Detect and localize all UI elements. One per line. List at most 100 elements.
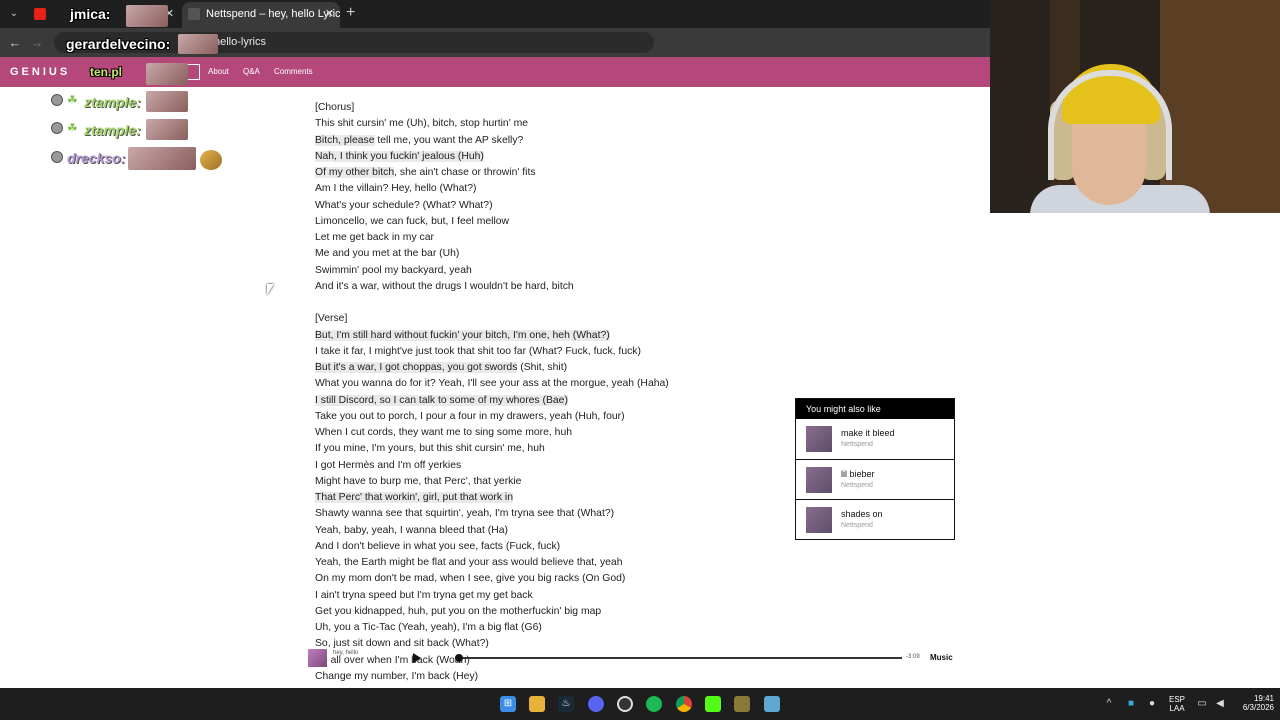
progress-knob[interactable] — [455, 654, 463, 662]
kick-icon[interactable] — [705, 696, 721, 712]
lyric-annotated-text[interactable]: That Perc' that workin', girl, put that … — [315, 492, 514, 503]
forward-icon[interactable]: → — [28, 34, 46, 52]
emote-image — [178, 34, 218, 54]
new-tab-icon[interactable]: + — [346, 4, 355, 22]
lyric-text: (Shit, shit) — [517, 362, 568, 373]
lyric-line: When I cut cords, they want me to sing s… — [315, 427, 572, 438]
song-item[interactable]: make it bleed Nettspend — [796, 419, 954, 460]
spotify-icon[interactable] — [646, 696, 662, 712]
lyric-line: On my mom don't be mad, when I see, give… — [315, 573, 626, 585]
music-label: Music — [930, 653, 953, 662]
player-thumbnail — [308, 649, 327, 667]
microphone-icon[interactable]: ● — [1146, 698, 1158, 710]
emote-image — [128, 147, 196, 170]
lyric-text: tell me, you want the AP skelly? — [374, 134, 524, 146]
song-thumbnail — [806, 507, 832, 534]
apple-music-logo: Music — [930, 653, 953, 662]
lyric-line: But it's a war, I got choppas, you got s… — [315, 360, 669, 376]
song-title: lil bieber — [841, 468, 875, 479]
emote-image — [146, 91, 188, 112]
lyrics-body: [Chorus] This shit cursin' me (Uh), bitch… — [315, 100, 669, 685]
progress-bar[interactable] — [455, 657, 902, 659]
lyric-line: Me and you met at the bar (Uh) — [315, 248, 460, 260]
browser-tab-active[interactable]: Nettspend – hey, hello Lyrics | G ✕ — [182, 2, 340, 28]
tab-search-icon[interactable]: ⌄ — [6, 6, 22, 22]
lyric-line: But, I'm still hard without fuckin' your… — [315, 328, 669, 344]
chat-badge-icon: ☘ — [67, 121, 78, 135]
chat-badge-icon — [51, 151, 63, 163]
taskbar: ⊞ ♨ ^ ■ ● ESP LAA ▭ ◀ 19:41 6/3/2026 — [0, 688, 1280, 720]
lyric-annotated-text[interactable]: But, I'm still hard without fuckin' your… — [315, 329, 610, 341]
language-indicator[interactable]: ESP LAA — [1166, 695, 1188, 713]
lyric-annotated-text[interactable]: I still Discord, so I can talk to some o… — [315, 394, 568, 406]
emote-image — [126, 5, 168, 27]
lyric-text: , she ain't chase or throwin' fits — [394, 167, 536, 178]
close-tab-icon[interactable]: ✕ — [325, 2, 334, 26]
chat-username: dreckso: — [67, 150, 126, 166]
file-explorer-icon[interactable] — [529, 696, 545, 712]
emote-image — [146, 119, 188, 140]
obs-icon[interactable] — [617, 696, 633, 712]
lyric-annotated-text[interactable]: But it's a war, I got choppas, you got s… — [315, 362, 518, 373]
url-text: hello-lyrics — [214, 36, 266, 48]
lyric-line: Of my other bitch, she ain't chase or th… — [315, 165, 669, 181]
lyric-line: If you mine, I'm yours, but this shit cu… — [315, 443, 545, 455]
tray-app-icon[interactable]: ■ — [1125, 698, 1137, 710]
lang-code: ESP — [1168, 695, 1185, 704]
nav-comments[interactable]: Comments — [274, 67, 313, 76]
windows-start-icon[interactable]: ⊞ — [500, 696, 516, 712]
song-artist: Nettspend — [841, 481, 873, 489]
nav-qa[interactable]: Q&A — [243, 67, 260, 76]
nav-about[interactable]: About — [208, 67, 229, 76]
webcam-feed — [990, 0, 1280, 213]
youtube-icon — [34, 8, 46, 20]
emote-image — [200, 150, 222, 170]
lyric-annotated-text[interactable]: Nah, I think you fuckin' jealous (Huh) — [315, 150, 484, 162]
clock-time: 19:41 — [1253, 694, 1274, 703]
lyric-line: Am I the villain? Hey, hello (What?) — [315, 183, 477, 195]
lyric-line: Shawty wanna see that squirtin', yeah, I… — [315, 508, 615, 520]
lyric-line: Yeah, baby, yeah, I wanna bleed that (Ha… — [315, 524, 508, 536]
lyric-annotated-text[interactable]: Bitch, please — [315, 134, 375, 146]
song-title: make it bleed — [841, 428, 895, 438]
lyric-line: Uh, you a Tic-Tac (Yeah, yeah), I'm a bi… — [315, 622, 542, 633]
mouse-cursor-icon — [267, 284, 274, 295]
cam-background — [1160, 0, 1280, 213]
chrome-icon[interactable] — [676, 696, 692, 712]
song-artist: Nettspend — [841, 522, 873, 530]
lyric-line: Yeah, the Earth might be flat and your a… — [315, 557, 623, 568]
song-thumbnail — [806, 466, 832, 493]
lyric-line: Nah, I think you fuckin' jealous (Huh) — [315, 149, 669, 165]
chat-badge-icon: ☘ — [67, 93, 78, 107]
play-icon[interactable] — [413, 653, 421, 663]
cam-headphones — [1048, 70, 1172, 180]
overlay-user-2: gerardelvecino: — [66, 36, 171, 52]
chat-badge-icon — [51, 94, 63, 106]
volume-icon[interactable]: ◀ — [1214, 698, 1226, 710]
discord-icon[interactable] — [588, 696, 604, 712]
lyric-line: [Chorus] — [315, 102, 355, 113]
lyric-line: I got Hermès and I'm off yerkies — [315, 459, 462, 471]
lyric-line: And I don't believe in what you see, fac… — [315, 540, 561, 552]
lyric-line: Limoncello, we can fuck, but, I feel mel… — [315, 215, 510, 227]
song-item[interactable]: lil bieber Nettspend — [796, 460, 954, 501]
lyric-annotated-text[interactable]: Of my other bitch — [315, 167, 395, 178]
song-item[interactable]: shades on Nettspend — [796, 500, 954, 541]
lyric-line: Change my number, I'm back (Hey) — [315, 670, 479, 682]
app-icon[interactable] — [734, 696, 750, 712]
clock-date: 6/3/2026 — [1242, 703, 1274, 712]
back-icon[interactable]: ← — [6, 34, 24, 52]
lyric-line: What's your schedule? (What? What?) — [315, 199, 493, 211]
lyric-line: [Verse] — [315, 313, 348, 325]
steam-icon[interactable]: ♨ — [558, 696, 574, 712]
clock[interactable]: 19:41 6/3/2026 — [1228, 694, 1274, 712]
lyric-line: I ain't tryna speed but I'm tryna get my… — [315, 589, 533, 601]
genius-logo[interactable]: GENIUS — [10, 66, 70, 78]
player-title: hey, hello — [333, 650, 359, 656]
chevron-up-icon[interactable]: ^ — [1103, 698, 1115, 710]
lang-layout: LAA — [1169, 704, 1185, 713]
lyric-line: This shit cursin' me (Uh), bitch, stop h… — [315, 118, 529, 130]
notepad-icon[interactable] — [764, 696, 780, 712]
display-icon[interactable]: ▭ — [1196, 698, 1208, 710]
you-might-also-like-card: You might also like make it bleed Nettsp… — [795, 398, 955, 540]
